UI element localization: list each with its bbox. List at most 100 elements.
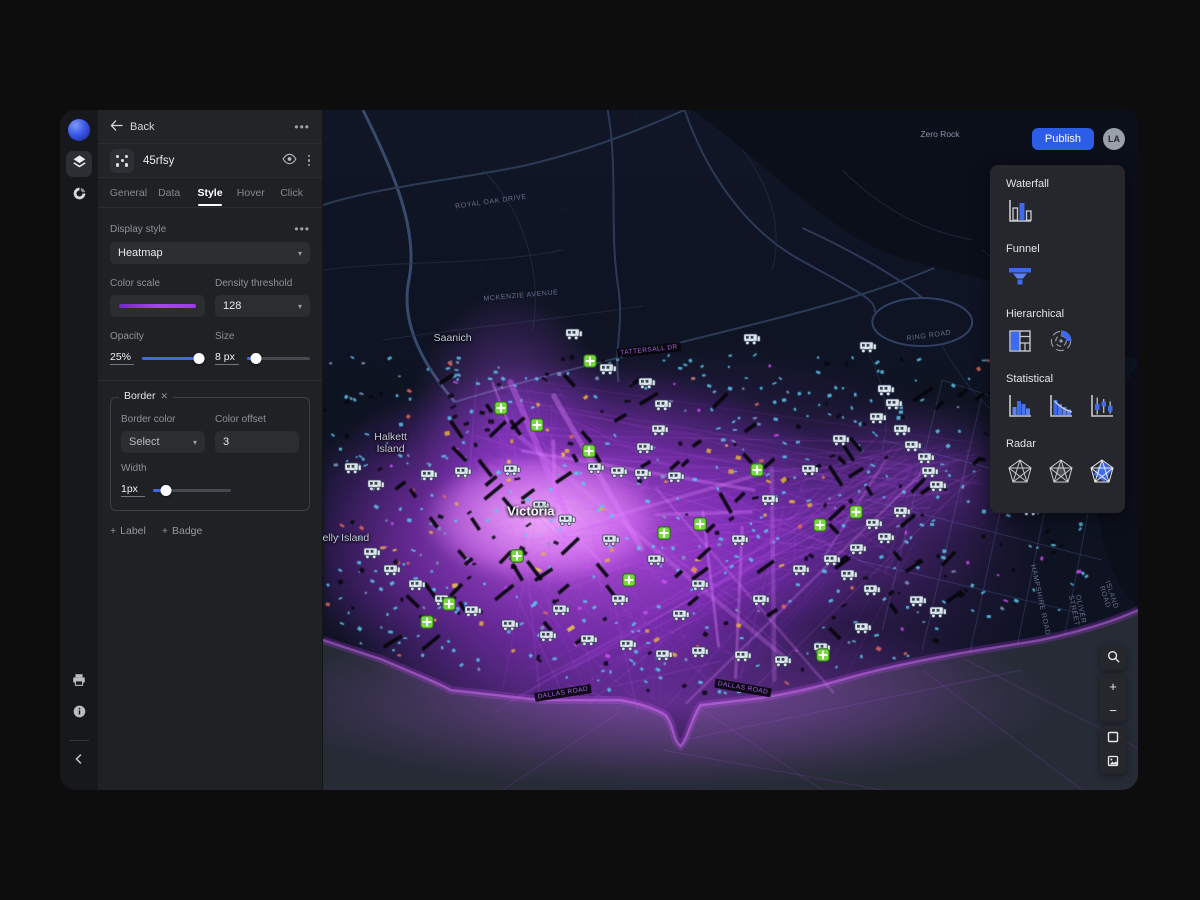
- truck-marker[interactable]: [344, 461, 362, 474]
- green-plus-marker[interactable]: [442, 597, 456, 611]
- truck-marker[interactable]: [691, 579, 709, 592]
- charts-tool-button[interactable]: [66, 183, 92, 209]
- size-slider-thumb[interactable]: [250, 353, 261, 364]
- display-style-select[interactable]: Heatmap ▾: [110, 242, 310, 264]
- back-button[interactable]: Back: [110, 120, 154, 134]
- truck-marker[interactable]: [558, 514, 576, 527]
- tab-data[interactable]: Data: [149, 179, 190, 206]
- truck-marker[interactable]: [909, 594, 927, 607]
- radar-filled-icon[interactable]: [1088, 457, 1116, 490]
- border-width-value[interactable]: 1px: [121, 483, 145, 497]
- green-plus-marker[interactable]: [657, 526, 671, 540]
- layer-menu-icon[interactable]: [308, 155, 311, 167]
- avatar[interactable]: LA: [1103, 128, 1125, 150]
- border-color-select[interactable]: Select ▾: [121, 431, 205, 453]
- add-label-button[interactable]: +Label: [110, 525, 146, 537]
- sunburst-icon[interactable]: [1047, 327, 1075, 360]
- truck-marker[interactable]: [921, 465, 939, 478]
- truck-marker[interactable]: [611, 594, 629, 607]
- truck-marker[interactable]: [654, 399, 672, 412]
- green-plus-marker[interactable]: [622, 573, 636, 587]
- truck-marker[interactable]: [565, 327, 583, 340]
- truck-marker[interactable]: [647, 554, 665, 567]
- funnel-icon[interactable]: [1006, 262, 1034, 295]
- truck-marker[interactable]: [634, 467, 652, 480]
- pareto-icon[interactable]: [1047, 392, 1075, 425]
- truck-marker[interactable]: [877, 384, 895, 397]
- truck-marker[interactable]: [651, 424, 669, 437]
- truck-marker[interactable]: [503, 463, 521, 476]
- layers-tool-button[interactable]: [66, 151, 92, 177]
- truck-marker[interactable]: [539, 630, 557, 643]
- truck-marker[interactable]: [752, 594, 770, 607]
- map-search-button[interactable]: [1100, 646, 1126, 670]
- radar-icon[interactable]: [1006, 457, 1034, 490]
- screenshot-button[interactable]: [1100, 750, 1126, 774]
- opacity-slider-thumb[interactable]: [194, 353, 205, 364]
- fullscreen-button[interactable]: [1100, 726, 1126, 750]
- border-width-slider-thumb[interactable]: [161, 485, 172, 496]
- green-plus-marker[interactable]: [693, 517, 707, 531]
- truck-marker[interactable]: [904, 439, 922, 452]
- opacity-value[interactable]: 25%: [110, 351, 134, 365]
- layer-row[interactable]: 45rfsy: [98, 144, 322, 178]
- green-plus-marker[interactable]: [583, 354, 597, 368]
- density-threshold-select[interactable]: 128 ▾: [215, 295, 310, 317]
- map-canvas[interactable]: Zero RockROYAL OAK DRIVEMCKENZIE AVENUES…: [323, 110, 1138, 790]
- visibility-eye-icon[interactable]: [282, 153, 297, 168]
- green-plus-marker[interactable]: [420, 615, 434, 629]
- truck-marker[interactable]: [408, 579, 426, 592]
- boxplot-icon[interactable]: [1088, 392, 1116, 425]
- add-badge-button[interactable]: +Badge: [162, 525, 203, 537]
- truck-marker[interactable]: [602, 533, 620, 546]
- truck-marker[interactable]: [667, 471, 685, 484]
- truck-marker[interactable]: [454, 465, 472, 478]
- info-button[interactable]: [66, 701, 92, 727]
- collapse-sidebar-button[interactable]: [66, 748, 92, 774]
- tab-style[interactable]: Style: [190, 179, 231, 206]
- truck-marker[interactable]: [734, 650, 752, 663]
- display-style-menu-icon[interactable]: •••: [294, 222, 310, 236]
- truck-marker[interactable]: [792, 563, 810, 576]
- truck-marker[interactable]: [849, 543, 867, 556]
- truck-marker[interactable]: [383, 563, 401, 576]
- tab-click[interactable]: Click: [271, 179, 312, 206]
- truck-marker[interactable]: [929, 605, 947, 618]
- size-value[interactable]: 8 px: [215, 351, 239, 365]
- app-logo-icon[interactable]: [68, 119, 90, 141]
- truck-marker[interactable]: [636, 441, 654, 454]
- truck-marker[interactable]: [863, 584, 881, 597]
- truck-marker[interactable]: [464, 605, 482, 618]
- truck-marker[interactable]: [363, 546, 381, 559]
- tab-general[interactable]: General: [108, 179, 149, 206]
- truck-marker[interactable]: [774, 654, 792, 667]
- print-button[interactable]: [66, 669, 92, 695]
- radar-dot-icon[interactable]: [1047, 457, 1075, 490]
- truck-marker[interactable]: [854, 622, 872, 635]
- truck-marker[interactable]: [823, 554, 841, 567]
- truck-marker[interactable]: [801, 463, 819, 476]
- publish-button[interactable]: Publish: [1032, 128, 1094, 150]
- truck-marker[interactable]: [893, 505, 911, 518]
- truck-marker[interactable]: [599, 363, 617, 376]
- truck-marker[interactable]: [859, 341, 877, 354]
- size-slider[interactable]: [247, 352, 310, 364]
- truck-marker[interactable]: [552, 603, 570, 616]
- green-plus-marker[interactable]: [849, 505, 863, 519]
- truck-marker[interactable]: [610, 465, 628, 478]
- waterfall-icon[interactable]: [1006, 197, 1034, 230]
- green-plus-marker[interactable]: [530, 418, 544, 432]
- color-offset-input[interactable]: 3: [215, 431, 299, 453]
- truck-marker[interactable]: [929, 480, 947, 493]
- truck-marker[interactable]: [877, 531, 895, 544]
- truck-marker[interactable]: [655, 648, 673, 661]
- opacity-slider[interactable]: [142, 352, 205, 364]
- green-plus-marker[interactable]: [582, 444, 596, 458]
- truck-marker[interactable]: [917, 452, 935, 465]
- truck-marker[interactable]: [832, 433, 850, 446]
- zoom-in-button[interactable]: +: [1100, 674, 1126, 698]
- green-plus-marker[interactable]: [750, 463, 764, 477]
- treemap-icon[interactable]: [1006, 327, 1034, 360]
- truck-marker[interactable]: [672, 609, 690, 622]
- truck-marker[interactable]: [420, 469, 438, 482]
